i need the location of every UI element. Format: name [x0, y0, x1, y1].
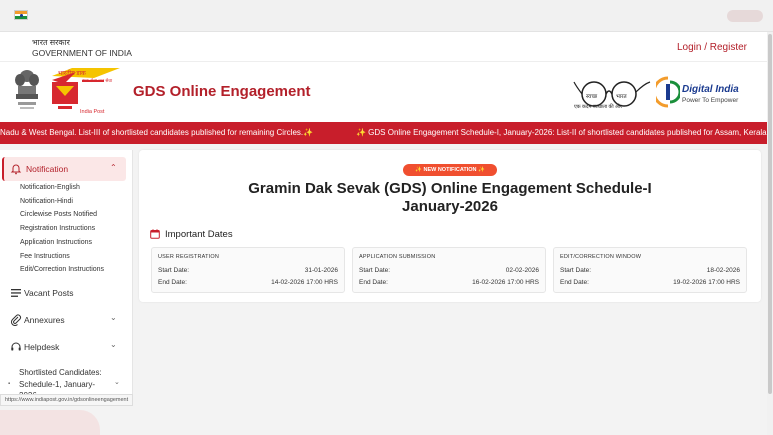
page-title-line2: January-2026 — [402, 198, 498, 215]
digital-india-tagline: Power To Empower — [682, 97, 739, 104]
bell-icon — [10, 164, 22, 175]
sidebar-subitem-edit-correction[interactable]: Edit/Correction Instructions — [20, 266, 104, 273]
date-card-heading: USER REGISTRATION — [158, 254, 220, 260]
sidebar-subitem-application-instructions[interactable]: Application Instructions — [20, 239, 92, 246]
india-post-label: India Post — [80, 109, 105, 115]
date-card-end-row: End Date: 14-02-2026 17:00 HRS — [158, 279, 338, 286]
status-bar-url: https://www.indiapost.gov.in/gdsonlineen… — [0, 394, 134, 406]
digital-india-icon — [656, 76, 680, 108]
bullet-icon: ▪ — [8, 381, 11, 387]
chevron-down-icon[interactable]: ⌄ — [114, 378, 120, 386]
ticker-item[interactable]: Nadu & West Bengal. List-III of shortlis… — [0, 128, 313, 137]
start-label: Start Date: — [158, 267, 190, 274]
date-card-end-row: End Date: 16-02-2026 17:00 HRS — [359, 279, 539, 286]
start-date: 18-02-2026 — [706, 267, 740, 274]
sidebar-item-annexures[interactable]: Annexures — [24, 315, 65, 325]
news-ticker: Nadu & West Bengal. List-III of shortlis… — [0, 122, 773, 144]
sidebar-subitem-notification-hindi[interactable]: Notification-Hindi — [20, 198, 73, 205]
date-card-start-row: Start Date: 31-01-2026 — [158, 267, 338, 274]
gov-hindi-label: भारत सरकार — [32, 38, 70, 47]
start-date: 31-01-2026 — [304, 267, 338, 274]
date-card-application-submission: APPLICATION SUBMISSION Start Date: 02-02… — [352, 247, 546, 293]
sidebar-subitem-registration-instructions[interactable]: Registration Instructions — [20, 225, 95, 232]
date-card-start-row: Start Date: 18-02-2026 — [560, 267, 740, 274]
national-emblem-icon — [15, 70, 39, 109]
sidebar-item-shortlisted-line1[interactable]: Shortlisted Candidates: — [19, 367, 102, 379]
date-card-edit-correction: EDIT/CORRECTION WINDOW Start Date: 18-02… — [553, 247, 747, 293]
end-label: End Date: — [158, 279, 187, 286]
list-icon — [11, 289, 21, 297]
start-date: 02-02-2026 — [505, 267, 539, 274]
new-notification-badge: ✨ NEW NOTIFICATION ✨ — [403, 164, 497, 176]
date-card-end-row: End Date: 19-02-2026 17:00 HRS — [560, 279, 740, 286]
scrollbar-thumb[interactable] — [768, 34, 772, 394]
chevron-down-icon[interactable]: ⌄ — [110, 313, 117, 322]
end-date: 14-02-2026 17:00 HRS — [271, 279, 338, 286]
sidebar-subitem-fee-instructions[interactable]: Fee Instructions — [20, 253, 70, 260]
india-post-hindi: भारतीय डाक — [58, 71, 86, 77]
end-label: End Date: — [560, 279, 589, 286]
sidebar-label-notification: Notification — [26, 164, 69, 174]
page-title-line1: Gramin Dak Sevak (GDS) Online Engagement… — [248, 180, 652, 197]
chevron-up-icon[interactable]: ⌃ — [110, 163, 117, 172]
swachh-right-word: भारत — [616, 94, 627, 100]
digital-india-title: Digital India — [682, 84, 739, 95]
chevron-down-icon[interactable]: ⌄ — [110, 340, 117, 349]
sidebar-subitem-circlewise-posts[interactable]: Circlewise Posts Notified — [20, 211, 97, 218]
gov-english-label: GOVERNMENT OF INDIA — [32, 48, 132, 58]
start-label: Start Date: — [560, 267, 592, 274]
sidebar-subitem-notification-english[interactable]: Notification-English — [20, 184, 80, 191]
page-title: Gramin Dak Sevak (GDS) Online Engagement… — [139, 180, 761, 216]
india-post-tagline: डाक सेवा जन सेवा — [82, 78, 113, 83]
browser-control[interactable] — [727, 10, 763, 22]
sidebar-item-helpdesk[interactable]: Helpdesk — [24, 342, 59, 352]
india-flag-icon — [14, 10, 28, 20]
page-brand-title: GDS Online Engagement — [133, 83, 311, 100]
calendar-icon — [150, 229, 160, 239]
end-label: End Date: — [359, 279, 388, 286]
headset-icon — [11, 342, 21, 351]
date-card-user-registration: USER REGISTRATION Start Date: 31-01-2026… — [151, 247, 345, 293]
swachh-left-word: स्वच्छ — [586, 94, 598, 100]
sidebar-item-vacant-posts[interactable]: Vacant Posts — [24, 288, 73, 298]
important-dates-heading: Important Dates — [165, 229, 233, 240]
date-card-heading: APPLICATION SUBMISSION — [359, 254, 436, 260]
end-date: 19-02-2026 17:00 HRS — [673, 279, 740, 286]
browser-top-bar — [0, 0, 773, 32]
ticker-item[interactable]: ✨ GDS Online Engagement Schedule-I, Janu… — [356, 128, 773, 137]
end-date: 16-02-2026 17:00 HRS — [472, 279, 539, 286]
start-label: Start Date: — [359, 267, 391, 274]
swachh-caption: एक कदम स्वच्छता की ओर — [574, 104, 623, 110]
login-register-link[interactable]: Login / Register — [677, 42, 747, 53]
decorative-shape — [0, 410, 100, 435]
date-card-heading: EDIT/CORRECTION WINDOW — [560, 254, 642, 260]
paperclip-icon — [10, 314, 21, 326]
date-card-start-row: Start Date: 02-02-2026 — [359, 267, 539, 274]
